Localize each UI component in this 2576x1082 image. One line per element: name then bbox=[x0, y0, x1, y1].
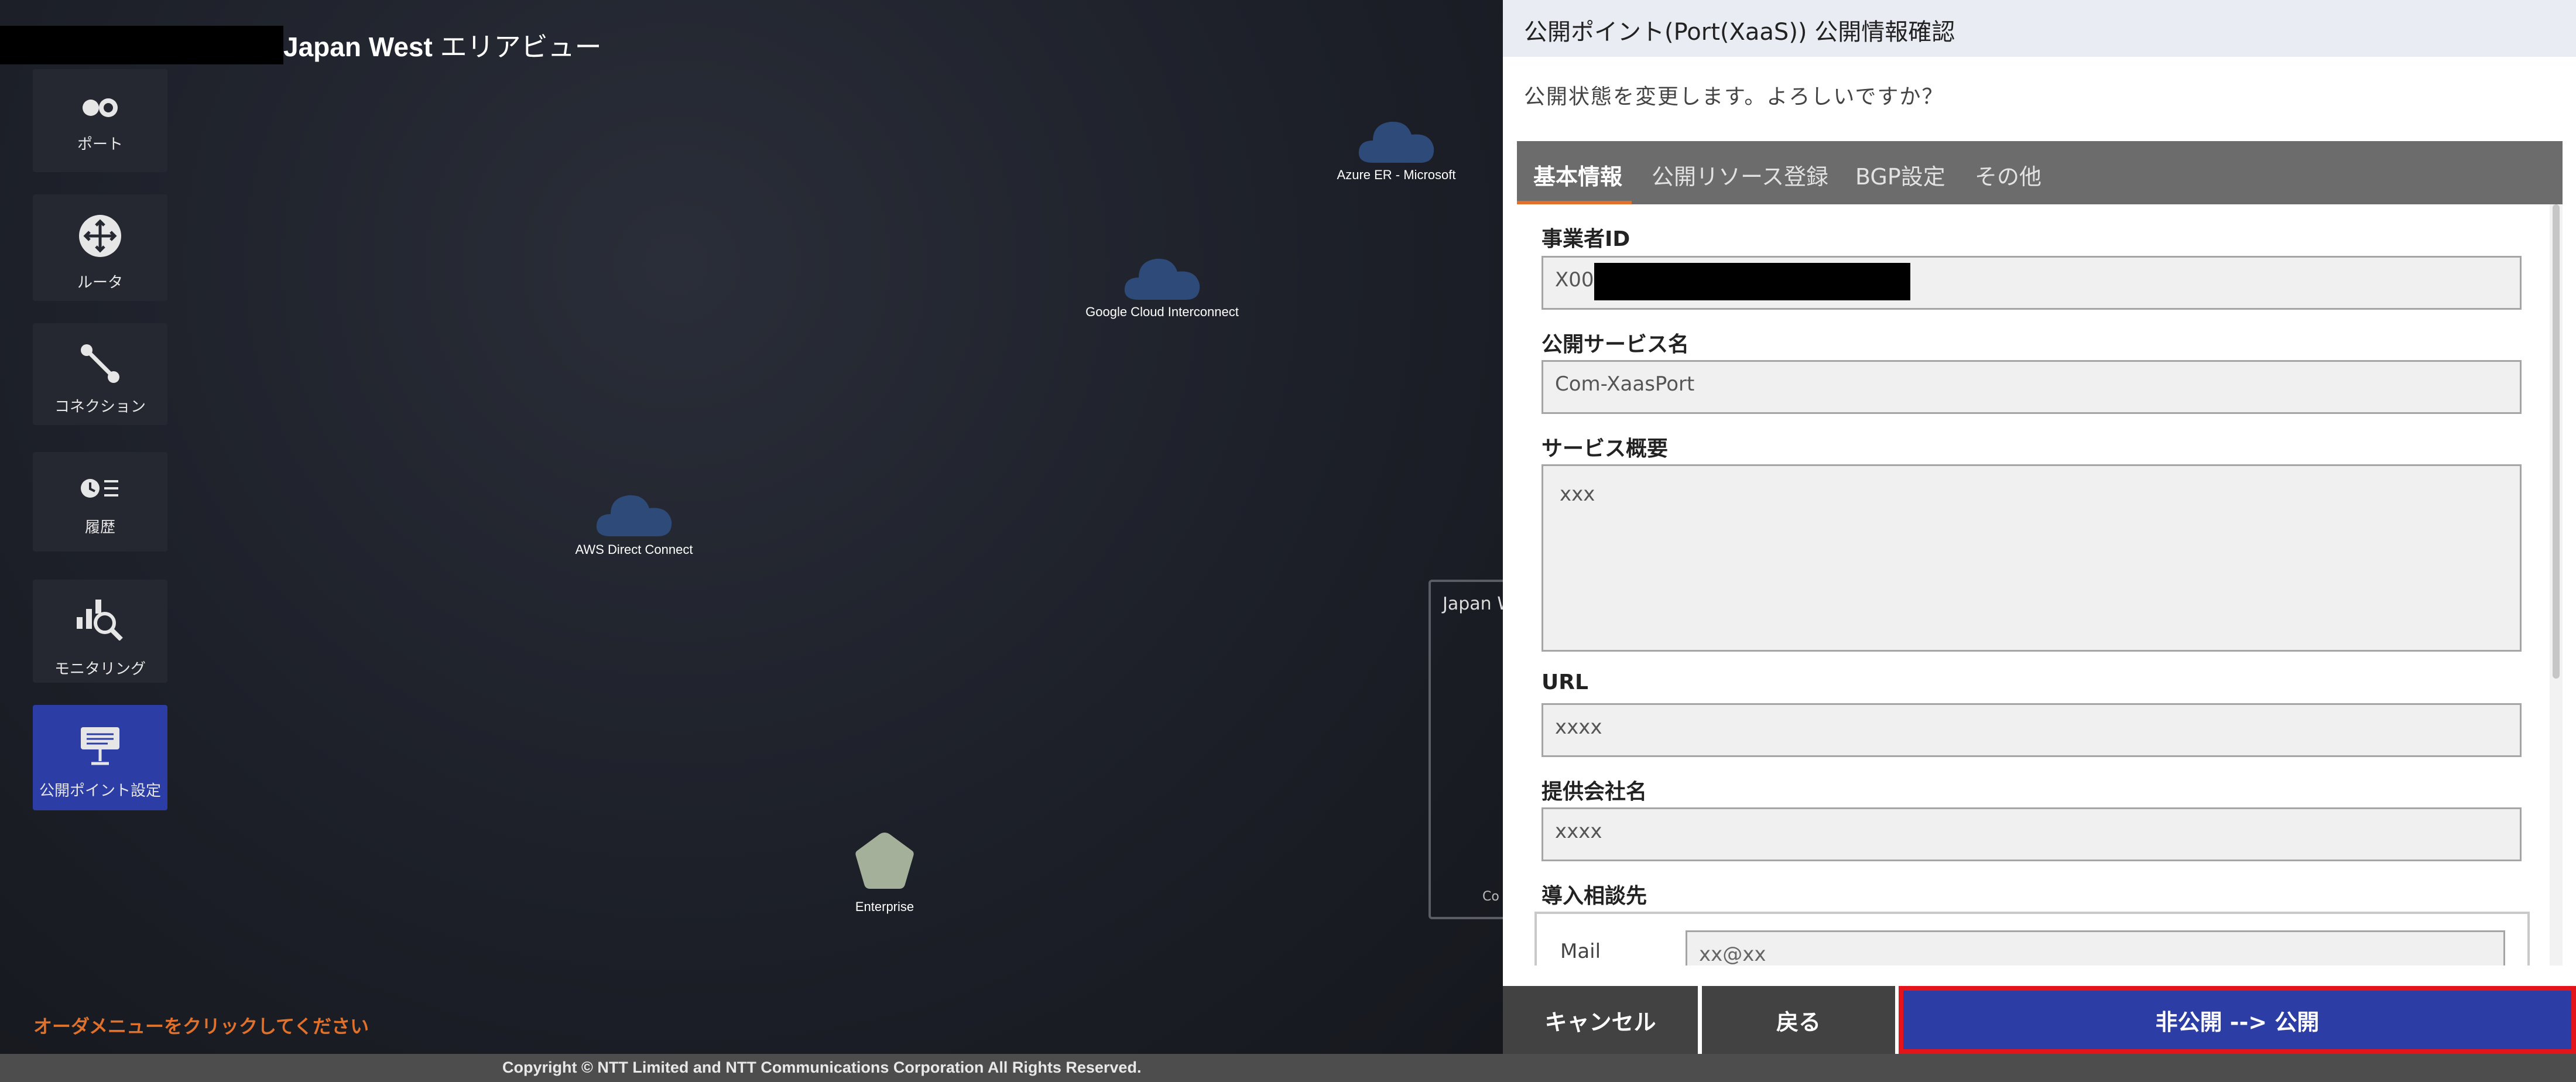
redacted-block bbox=[0, 26, 283, 64]
map-node-aws[interactable]: AWS Direct Connect bbox=[576, 485, 693, 561]
sidebar-item-label: モニタリング bbox=[54, 660, 146, 678]
pentagon-icon bbox=[855, 833, 914, 889]
url-value: xxxx bbox=[1555, 715, 1602, 739]
area-title-name: Japan West bbox=[283, 32, 433, 62]
sidebar-item-label: ルータ bbox=[77, 274, 123, 292]
service-summary-textarea[interactable]: xxx bbox=[1542, 464, 2522, 652]
router-icon bbox=[79, 215, 121, 257]
connection-icon bbox=[81, 344, 119, 383]
sidebar-item-port[interactable]: ポート bbox=[33, 69, 167, 172]
sidebar-item-label: 公開ポイント設定 bbox=[39, 782, 161, 800]
service-name-field[interactable]: Com-XaasPort bbox=[1542, 360, 2522, 414]
map-node-label: AWS Direct Connect bbox=[575, 542, 693, 557]
history-icon bbox=[81, 479, 118, 498]
redacted-block bbox=[1594, 263, 1910, 300]
signboard-icon bbox=[81, 727, 119, 765]
toggle-icon bbox=[83, 98, 118, 117]
contact-label: 導入相談先 bbox=[1542, 884, 1647, 908]
sidebar-item-label: コネクション bbox=[54, 398, 146, 416]
mail-value: xx@xx bbox=[1699, 943, 1766, 965]
cloud-icon bbox=[1358, 121, 1434, 163]
dialog-actions: キャンセル 戻る 非公開 --> 公開 bbox=[1503, 986, 2576, 1054]
sidebar-item-public-point[interactable]: 公開ポイント設定 bbox=[33, 705, 167, 810]
service-summary-value: xxx bbox=[1560, 482, 1595, 506]
publish-confirm-dialog: 公開ポイント(Port(XaaS)) 公開情報確認 公開状態を変更します。よろし… bbox=[1503, 0, 2576, 1054]
provider-label: 提供会社名 bbox=[1542, 780, 1647, 804]
map-node-label: Google Cloud Interconnect bbox=[1085, 304, 1239, 319]
tab-public-resources[interactable]: 公開リソース登録 bbox=[1652, 159, 1828, 191]
basic-info-form: 事業者ID X0020 公開サービス名 Com-XaasPort サービス概要 … bbox=[1517, 204, 2563, 965]
dialog-tabs: 基本情報 公開リソース登録 BGP設定 その他 bbox=[1517, 141, 2563, 204]
sidebar-item-history[interactable]: 履歴 bbox=[33, 452, 167, 552]
service-name-value: Com-XaasPort bbox=[1555, 372, 1695, 396]
map-node-label: Enterprise bbox=[855, 899, 914, 914]
map-node-label: Azure ER - Microsoft bbox=[1337, 167, 1456, 182]
operator-id-label: 事業者ID bbox=[1542, 227, 1630, 251]
sidebar-item-router[interactable]: ルータ bbox=[33, 194, 167, 301]
publish-button[interactable]: 非公開 --> 公開 bbox=[1899, 986, 2576, 1054]
copyright-text: Copyright © NTT Limited and NTT Communic… bbox=[502, 1059, 1142, 1076]
cancel-button[interactable]: キャンセル bbox=[1503, 986, 1698, 1054]
provider-value: xxxx bbox=[1555, 820, 1602, 843]
tab-other[interactable]: その他 bbox=[1975, 159, 2041, 191]
order-menu-hint: オーダメニューをクリックしてください bbox=[33, 1015, 369, 1038]
contact-box: Mail xx@xx bbox=[1534, 912, 2530, 965]
sidebar-item-monitoring[interactable]: モニタリング bbox=[33, 580, 167, 683]
mail-field[interactable]: xx@xx bbox=[1686, 930, 2505, 965]
url-field[interactable]: xxxx bbox=[1542, 703, 2522, 757]
tab-basic-info[interactable]: 基本情報 bbox=[1533, 159, 1622, 191]
form-scrollbar[interactable] bbox=[2550, 204, 2563, 965]
dialog-message: 公開状態を変更します。よろしいですか？ bbox=[1524, 85, 1944, 109]
monitoring-icon bbox=[77, 600, 123, 641]
sidebar-item-connection[interactable]: コネクション bbox=[33, 323, 167, 425]
service-name-label: 公開サービス名 bbox=[1542, 333, 1690, 357]
map-node-google[interactable]: Google Cloud Interconnect bbox=[1085, 248, 1239, 324]
service-summary-label: サービス概要 bbox=[1542, 437, 1669, 461]
cloud-icon bbox=[596, 495, 672, 536]
tab-bgp-settings[interactable]: BGP設定 bbox=[1855, 159, 1945, 191]
footer: Copyright © NTT Limited and NTT Communic… bbox=[0, 1054, 2576, 1082]
region-box-label: Co bbox=[1482, 889, 1499, 904]
sidebar-item-label: ポート bbox=[77, 136, 123, 153]
sidebar-item-label: 履歴 bbox=[84, 519, 115, 536]
map-node-azure[interactable]: Azure ER - Microsoft bbox=[1337, 111, 1455, 187]
mail-label: Mail bbox=[1560, 940, 1601, 963]
cloud-icon bbox=[1124, 258, 1200, 300]
area-title-suffix: エリアビュー bbox=[432, 32, 602, 62]
scrollbar-thumb[interactable] bbox=[2553, 204, 2560, 679]
region-box[interactable]: Japan W Co bbox=[1429, 580, 1515, 919]
url-label: URL bbox=[1542, 670, 1588, 694]
dialog-header: 公開ポイント(Port(XaaS)) 公開情報確認 bbox=[1503, 0, 2576, 57]
area-map: Japan West エリアビュー ポート ルータ コネクション 履歴 モニタリ… bbox=[0, 0, 1515, 1054]
back-button[interactable]: 戻る bbox=[1702, 986, 1895, 1054]
map-node-enterprise[interactable]: Enterprise bbox=[841, 830, 929, 918]
provider-field[interactable]: xxxx bbox=[1542, 807, 2522, 861]
dialog-title: 公開ポイント(Port(XaaS)) 公開情報確認 bbox=[1524, 19, 1955, 46]
area-title: Japan West エリアビュー bbox=[283, 26, 602, 64]
